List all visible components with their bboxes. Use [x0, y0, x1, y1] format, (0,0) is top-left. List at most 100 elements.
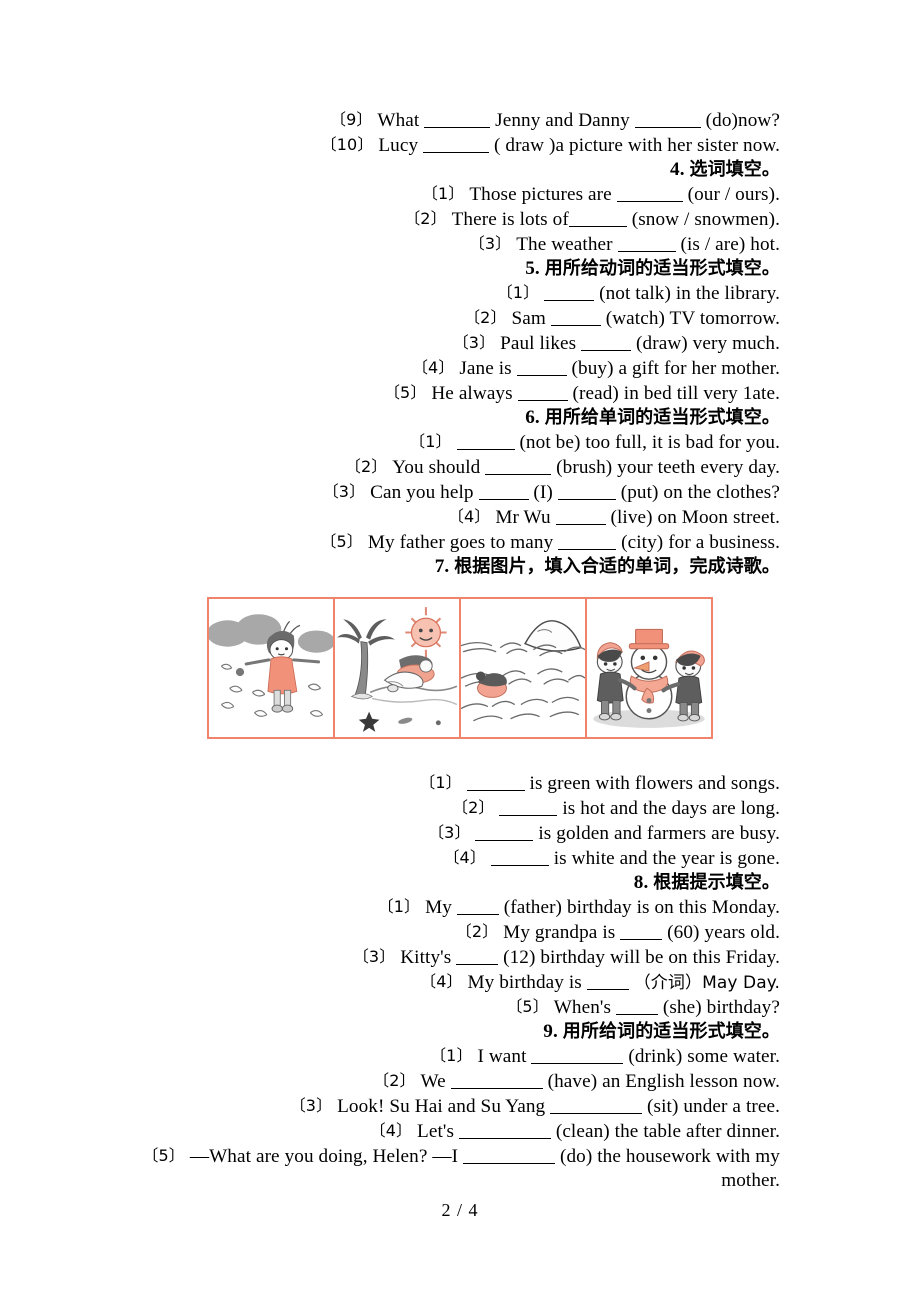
question-line: 〔1〕 is green with flowers and songs. [140, 771, 780, 796]
answer-blank[interactable] [450, 1070, 543, 1089]
answer-blank[interactable] [456, 946, 499, 965]
item-text: (I) [533, 482, 553, 503]
answer-blank[interactable] [463, 1145, 556, 1164]
item-text: What [377, 110, 420, 131]
question-line: 〔2〕 We (have) an English lesson now. [140, 1069, 780, 1094]
spring-panel [209, 599, 335, 737]
item-text: (live) on Moon street. [610, 507, 780, 528]
item-number: 〔5〕 [142, 1146, 185, 1165]
item-text: —What are you doing, Helen? —I [189, 1146, 459, 1167]
section-number: 7. [434, 556, 450, 577]
item-number: 〔5〕 [506, 997, 549, 1016]
answer-blank[interactable] [550, 307, 601, 326]
question-line: 〔3〕 Kitty's (12) birthday will be on thi… [140, 945, 780, 970]
answer-blank[interactable] [531, 1045, 624, 1064]
item-text: (is / are) hot. [680, 234, 780, 255]
item-text: (clean) the table after dinner. [555, 1121, 780, 1142]
seasons-figure [207, 597, 713, 739]
item-text: (put) on the clothes? [620, 482, 780, 503]
item-text: (snow / snowmen). [631, 209, 780, 230]
question-line: 〔1〕 (not talk) in the library. [140, 281, 780, 306]
answer-blank[interactable] [490, 847, 549, 866]
item-number: 〔3〕 [468, 234, 512, 253]
item-text: My father goes to many [367, 532, 554, 553]
answer-blank[interactable] [499, 797, 558, 816]
answer-blank[interactable] [581, 332, 632, 351]
autumn-illustration [461, 599, 585, 737]
answer-blank[interactable] [550, 1095, 643, 1114]
item-number: 〔1〕 [419, 773, 462, 792]
section-number: 8. [633, 872, 649, 893]
page-content: 〔9〕 What Jenny and Danny (do)now? 〔10〕 L… [140, 108, 780, 1193]
item-number: 〔2〕 [373, 1071, 416, 1090]
item-text: (sit) under a tree. [647, 1096, 780, 1117]
item-number: 〔3〕 [428, 823, 471, 842]
item-text: Can you help [370, 482, 474, 503]
item-number: 〔4〕 [369, 1121, 413, 1140]
answer-blank[interactable] [456, 896, 499, 915]
item-text: The weather [516, 234, 613, 255]
answer-blank[interactable] [568, 208, 627, 227]
answer-blank[interactable] [634, 109, 701, 128]
answer-blank[interactable] [557, 481, 616, 500]
answer-blank[interactable] [516, 357, 567, 376]
answer-blank[interactable] [620, 921, 663, 940]
item-text: ( draw )a picture with her sister now. [493, 135, 780, 156]
item-number: 〔5〕 [383, 383, 427, 402]
question-line: 〔3〕 The weather (is / are) hot. [140, 232, 780, 257]
item-number: 〔2〕 [344, 457, 388, 476]
winter-illustration [587, 599, 711, 737]
item-text: (12) birthday will be on this Friday. [503, 947, 780, 968]
winter-panel [587, 599, 711, 737]
answer-blank[interactable] [558, 531, 617, 550]
question-line: 〔2〕 Sam (watch) TV tomorrow. [140, 306, 780, 331]
item-text: Lucy [378, 135, 419, 156]
answer-blank[interactable] [616, 183, 683, 202]
item-text: (60) years old. [667, 922, 780, 943]
item-number: 〔2〕 [455, 922, 499, 941]
answer-blank[interactable] [466, 772, 525, 791]
section-number: 5. [525, 258, 540, 279]
summer-panel [335, 599, 461, 737]
question-line: 〔3〕 Look! Su Hai and Su Yang (sit) under… [140, 1094, 780, 1119]
item-text: We [420, 1071, 446, 1092]
section-number: 4. [670, 159, 685, 180]
answer-blank[interactable] [424, 109, 491, 128]
answer-blank[interactable] [586, 971, 629, 990]
item-text: Look! Su Hai and Su Yang [337, 1096, 546, 1117]
item-number: 〔3〕 [289, 1096, 333, 1115]
item-number: 〔1〕 [377, 897, 421, 916]
item-text: My birthday is [467, 972, 582, 993]
answer-blank[interactable] [517, 382, 568, 401]
section-heading-4: 4. 选词填空。 [140, 158, 780, 182]
item-text: is green with flowers and songs. [529, 773, 780, 794]
answer-blank[interactable] [544, 282, 595, 301]
answer-blank[interactable] [423, 134, 490, 153]
item-text: (our / ours). [687, 184, 780, 205]
item-number: 〔1〕 [496, 283, 540, 302]
item-number: 〔10〕 [320, 135, 374, 154]
section-title: 用所给单词的适当形式填空。 [544, 407, 780, 428]
item-text: He always [431, 383, 513, 404]
section-number: 6. [525, 407, 540, 428]
item-text: (not be) too full, it is bad for you. [519, 432, 780, 453]
item-text: (watch) TV tomorrow. [605, 308, 780, 329]
item-number: 〔2〕 [404, 209, 447, 228]
answer-blank[interactable] [478, 481, 529, 500]
worksheet-page: 〔9〕 What Jenny and Danny (do)now? 〔10〕 L… [0, 0, 920, 1302]
section-heading-8: 8. 根据提示填空。 [140, 871, 780, 895]
page-number: 2 / 4 [441, 1200, 479, 1220]
answer-blank[interactable] [458, 1120, 551, 1139]
answer-blank[interactable] [617, 233, 676, 252]
item-text: When's [553, 997, 612, 1018]
answer-blank[interactable] [485, 456, 552, 475]
answer-blank[interactable] [555, 506, 606, 525]
section-title: 用所给词的适当形式填空。 [562, 1021, 780, 1042]
answer-blank[interactable] [615, 996, 658, 1015]
answer-blank[interactable] [475, 822, 534, 841]
answer-blank[interactable] [456, 431, 515, 450]
item-text: Mr Wu [495, 507, 551, 528]
question-line: 〔3〕 Can you help (I) (put) on the clothe… [140, 480, 780, 505]
question-line-continuation: mother. [140, 1169, 780, 1193]
item-text: is golden and farmers are busy. [538, 823, 780, 844]
